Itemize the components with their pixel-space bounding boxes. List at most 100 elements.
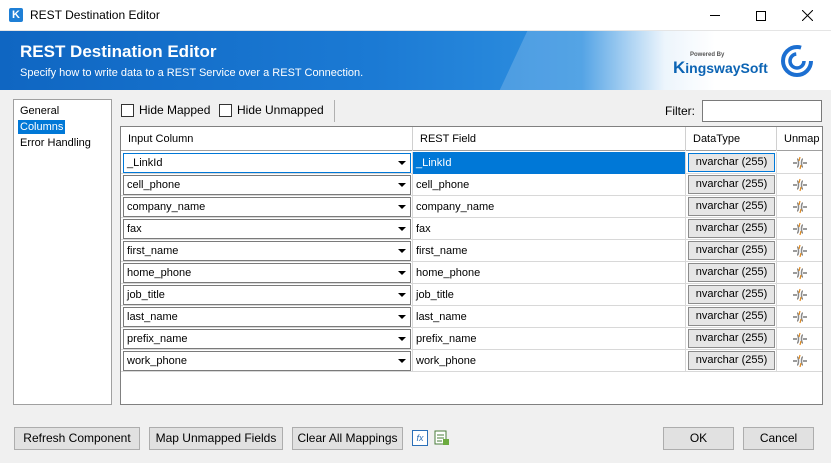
hide-unmapped-label[interactable]: Hide Unmapped bbox=[237, 103, 324, 117]
input-column-select[interactable]: first_name bbox=[123, 241, 411, 261]
minimize-button[interactable] bbox=[692, 0, 738, 31]
rest-field-cell[interactable]: first_name bbox=[413, 240, 686, 262]
input-column-value: last_name bbox=[127, 311, 178, 323]
hide-mapped-label[interactable]: Hide Mapped bbox=[139, 103, 210, 117]
unmap-cell bbox=[777, 262, 822, 284]
nav-item-error-handling[interactable]: Error Handling bbox=[18, 136, 93, 150]
input-column-cell: fax bbox=[121, 218, 413, 240]
rest-field-cell[interactable]: work_phone bbox=[413, 350, 686, 372]
cancel-button[interactable]: Cancel bbox=[743, 427, 814, 450]
unmap-icon[interactable] bbox=[791, 155, 809, 171]
nav-item-columns[interactable]: Columns bbox=[18, 120, 66, 134]
table-row[interactable]: home_phone home_phone nvarchar (255) bbox=[121, 262, 822, 284]
chevron-down-icon[interactable] bbox=[398, 227, 406, 231]
clear-all-mappings-button[interactable]: Clear All Mappings bbox=[292, 427, 403, 450]
rest-field-value: _LinkId bbox=[416, 157, 452, 169]
rest-field-value: cell_phone bbox=[416, 179, 470, 191]
rest-field-cell[interactable]: company_name bbox=[413, 196, 686, 218]
datatype-button[interactable]: nvarchar (255) bbox=[688, 219, 775, 238]
input-column-select[interactable]: company_name bbox=[123, 197, 411, 217]
datatype-button[interactable]: nvarchar (255) bbox=[688, 263, 775, 282]
unmap-icon[interactable] bbox=[791, 243, 809, 259]
input-column-select[interactable]: work_phone bbox=[123, 351, 411, 371]
mapping-sheet-icon[interactable] bbox=[434, 430, 450, 446]
table-row[interactable]: _LinkId _LinkId nvarchar (255) bbox=[121, 152, 822, 174]
chevron-down-icon[interactable] bbox=[398, 205, 406, 209]
chevron-down-icon[interactable] bbox=[398, 315, 406, 319]
chevron-down-icon[interactable] bbox=[398, 183, 406, 187]
rest-field-cell[interactable]: cell_phone bbox=[413, 174, 686, 196]
chevron-down-icon[interactable] bbox=[398, 337, 406, 341]
input-column-select[interactable]: prefix_name bbox=[123, 329, 411, 349]
unmap-cell bbox=[777, 240, 822, 262]
unmap-icon[interactable] bbox=[791, 331, 809, 347]
chevron-down-icon[interactable] bbox=[398, 271, 406, 275]
ok-button[interactable]: OK bbox=[663, 427, 734, 450]
header-banner: REST Destination Editor Specify how to w… bbox=[0, 31, 831, 90]
unmap-icon[interactable] bbox=[791, 199, 809, 215]
datatype-button[interactable]: nvarchar (255) bbox=[688, 153, 775, 172]
header-input-column[interactable]: Input Column bbox=[121, 127, 413, 151]
table-row[interactable]: work_phone work_phone nvarchar (255) bbox=[121, 350, 822, 372]
unmap-icon[interactable] bbox=[791, 309, 809, 325]
input-column-cell: cell_phone bbox=[121, 174, 413, 196]
header-unmap[interactable]: Unmap bbox=[777, 127, 822, 151]
header-rest-field[interactable]: REST Field bbox=[413, 127, 686, 151]
expression-icon[interactable]: fx bbox=[412, 430, 428, 446]
chevron-down-icon[interactable] bbox=[398, 293, 406, 297]
chevron-down-icon[interactable] bbox=[398, 359, 406, 363]
rest-field-cell[interactable]: _LinkId bbox=[413, 152, 686, 174]
table-row[interactable]: fax fax nvarchar (255) bbox=[121, 218, 822, 240]
close-button[interactable] bbox=[784, 0, 830, 31]
refresh-component-button[interactable]: Refresh Component bbox=[14, 427, 140, 450]
datatype-button[interactable]: nvarchar (255) bbox=[688, 351, 775, 370]
chevron-down-icon[interactable] bbox=[398, 249, 406, 253]
table-row[interactable]: job_title job_title nvarchar (255) bbox=[121, 284, 822, 306]
filter-input[interactable] bbox=[702, 100, 822, 122]
input-column-select[interactable]: home_phone bbox=[123, 263, 411, 283]
input-column-cell: last_name bbox=[121, 306, 413, 328]
rest-field-value: work_phone bbox=[416, 355, 476, 367]
hide-mapped-checkbox[interactable] bbox=[121, 104, 134, 117]
table-row[interactable]: company_name company_name nvarchar (255) bbox=[121, 196, 822, 218]
input-column-select[interactable]: fax bbox=[123, 219, 411, 239]
datatype-button[interactable]: nvarchar (255) bbox=[688, 307, 775, 326]
datatype-button[interactable]: nvarchar (255) bbox=[688, 241, 775, 260]
hide-unmapped-checkbox[interactable] bbox=[219, 104, 232, 117]
datatype-cell: nvarchar (255) bbox=[686, 284, 777, 306]
chevron-down-icon[interactable] bbox=[398, 161, 406, 165]
rest-field-cell[interactable]: last_name bbox=[413, 306, 686, 328]
input-column-select[interactable]: job_title bbox=[123, 285, 411, 305]
input-column-select[interactable]: last_name bbox=[123, 307, 411, 327]
unmap-icon[interactable] bbox=[791, 177, 809, 193]
rest-field-cell[interactable]: job_title bbox=[413, 284, 686, 306]
datatype-button[interactable]: nvarchar (255) bbox=[688, 197, 775, 216]
unmap-icon[interactable] bbox=[791, 265, 809, 281]
table-row[interactable]: first_name first_name nvarchar (255) bbox=[121, 240, 822, 262]
unmap-cell bbox=[777, 328, 822, 350]
unmap-icon[interactable] bbox=[791, 287, 809, 303]
datatype-button[interactable]: nvarchar (255) bbox=[688, 175, 775, 194]
datatype-button[interactable]: nvarchar (255) bbox=[688, 285, 775, 304]
nav-item-general[interactable]: General bbox=[18, 104, 61, 118]
rest-field-cell[interactable]: prefix_name bbox=[413, 328, 686, 350]
input-column-cell: home_phone bbox=[121, 262, 413, 284]
rest-field-cell[interactable]: home_phone bbox=[413, 262, 686, 284]
datatype-cell: nvarchar (255) bbox=[686, 174, 777, 196]
input-column-select[interactable]: cell_phone bbox=[123, 175, 411, 195]
input-column-value: _LinkId bbox=[127, 157, 163, 169]
header-datatype[interactable]: DataType bbox=[686, 127, 777, 151]
datatype-button[interactable]: nvarchar (255) bbox=[688, 329, 775, 348]
table-row[interactable]: last_name last_name nvarchar (255) bbox=[121, 306, 822, 328]
table-row[interactable]: prefix_name prefix_name nvarchar (255) bbox=[121, 328, 822, 350]
unmap-icon[interactable] bbox=[791, 353, 809, 369]
rest-field-cell[interactable]: fax bbox=[413, 218, 686, 240]
table-row[interactable]: cell_phone cell_phone nvarchar (255) bbox=[121, 174, 822, 196]
map-unmapped-fields-button[interactable]: Map Unmapped Fields bbox=[149, 427, 283, 450]
unmap-cell bbox=[777, 174, 822, 196]
input-column-select[interactable]: _LinkId bbox=[123, 153, 411, 173]
maximize-button[interactable] bbox=[738, 0, 784, 31]
input-column-value: home_phone bbox=[127, 267, 192, 279]
input-column-cell: _LinkId bbox=[121, 152, 413, 174]
unmap-icon[interactable] bbox=[791, 221, 809, 237]
